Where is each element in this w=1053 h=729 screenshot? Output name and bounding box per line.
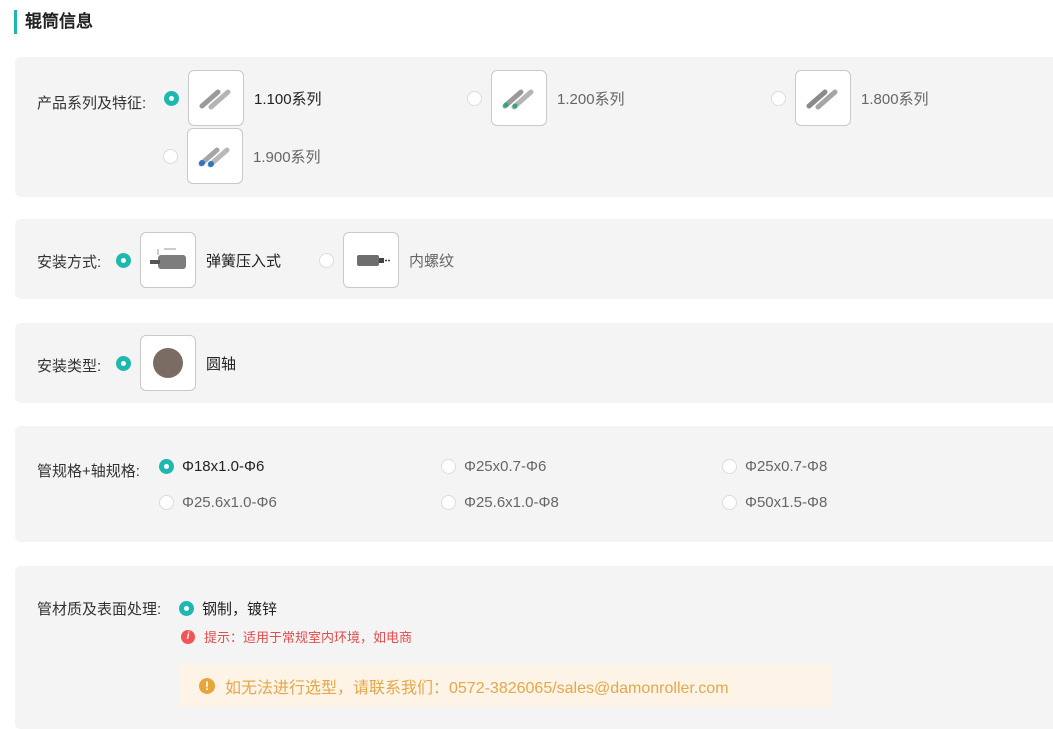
series-radio-1800[interactable] [771,90,786,106]
tube-spec-text-2: Φ25x0.7-Φ6 [464,458,547,475]
tube-spec-option-4[interactable]: Φ25.6x1.0-Φ6 [159,494,277,511]
tube-spec-radio-5[interactable] [441,495,456,510]
material-label: 管材质及表面处理: [37,601,162,618]
install-type-option-round[interactable]: 圆轴 [116,335,236,391]
tube-spec-option-2[interactable]: Φ25x0.7-Φ6 [441,458,546,475]
roller-gray-icon [795,70,851,126]
tube-spec-card: 管规格+轴规格: Φ18x1.0-Φ6 Φ25x0.7-Φ6 Φ25x0.7-Φ… [15,426,1053,542]
roller-blue-icon [187,128,243,184]
material-hint: i 提示：适用于常规室内环境，如电商 [181,627,412,646]
series-text-1100: 1.100系列 [254,90,322,108]
install-method-option-spring[interactable]: 弹簧压入式 [116,232,281,288]
series-text-1900: 1.900系列 [253,148,321,166]
install-method-text-thread: 内螺纹 [409,252,455,270]
series-option-1200[interactable]: 1.200系列 [467,70,625,126]
series-radio-1100[interactable] [164,90,179,106]
tube-spec-radio-1[interactable] [159,459,174,474]
install-type-text-round: 圆轴 [206,355,237,373]
series-text-1800: 1.800系列 [861,90,929,108]
series-option-1800[interactable]: 1.800系列 [771,70,929,126]
tube-spec-option-1[interactable]: Φ18x1.0-Φ6 [159,458,264,475]
install-type-label: 安装类型: [37,358,102,375]
tube-spec-text-3: Φ25x0.7-Φ8 [745,458,828,475]
series-option-1100[interactable]: 1.100系列 [164,70,322,126]
install-method-label: 安装方式: [37,254,102,271]
contact-notice: ! 如无法进行选型，请联系我们：0572-3826065/sales@damon… [179,664,832,707]
hint-text: 提示：适用于常规室内环境，如电商 [204,630,413,645]
tube-spec-text-5: Φ25.6x1.0-Φ8 [464,494,559,511]
install-method-option-thread[interactable]: 内螺纹 [319,232,454,288]
series-text-1200: 1.200系列 [557,90,625,108]
install-method-card: 安装方式: 弹簧压入式 内螺纹 [15,219,1053,299]
series-option-1900[interactable]: 1.900系列 [163,128,321,184]
tube-spec-option-3[interactable]: Φ25x0.7-Φ8 [722,458,827,475]
material-radio-steel[interactable] [179,601,194,616]
tube-spec-radio-3[interactable] [722,459,737,474]
round-shaft-icon [140,335,196,391]
tube-spec-text-4: Φ25.6x1.0-Φ6 [182,494,277,511]
tube-spec-radio-4[interactable] [159,495,174,510]
spring-shaft-icon [140,232,196,288]
series-radio-1200[interactable] [467,90,482,106]
tube-spec-option-5[interactable]: Φ25.6x1.0-Φ8 [441,494,559,511]
tube-spec-radio-2[interactable] [441,459,456,474]
section-title: 辊筒信息 [14,10,93,34]
tube-spec-text-6: Φ50x1.5-Φ8 [745,494,828,511]
tube-spec-label: 管规格+轴规格: [37,463,140,480]
install-type-radio-round[interactable] [116,355,131,371]
notice-text: 如无法进行选型，请联系我们：0572-3826065/sales@damonro… [225,679,729,697]
internal-thread-icon [343,232,399,288]
material-text-steel: 钢制，镀锌 [202,601,278,618]
roller-green-icon [491,70,547,126]
series-radio-1900[interactable] [163,148,178,164]
series-card: 产品系列及特征: 1.100系列 1.200系列 1.800系列 1.900系列 [15,57,1053,197]
tube-spec-radio-6[interactable] [722,495,737,510]
install-method-radio-thread[interactable] [319,252,334,268]
material-option-steel[interactable]: 钢制，镀锌 [179,598,277,619]
tube-spec-text-1: Φ18x1.0-Φ6 [182,458,265,475]
tube-spec-option-6[interactable]: Φ50x1.5-Φ8 [722,494,827,511]
warning-icon: ! [199,677,215,694]
install-type-card: 安装类型: 圆轴 [15,323,1053,403]
roller-gray-icon [188,70,244,126]
install-method-radio-spring[interactable] [116,252,131,268]
info-icon: i [181,629,195,644]
install-method-text-spring: 弹簧压入式 [206,252,282,270]
series-label: 产品系列及特征: [37,95,147,112]
